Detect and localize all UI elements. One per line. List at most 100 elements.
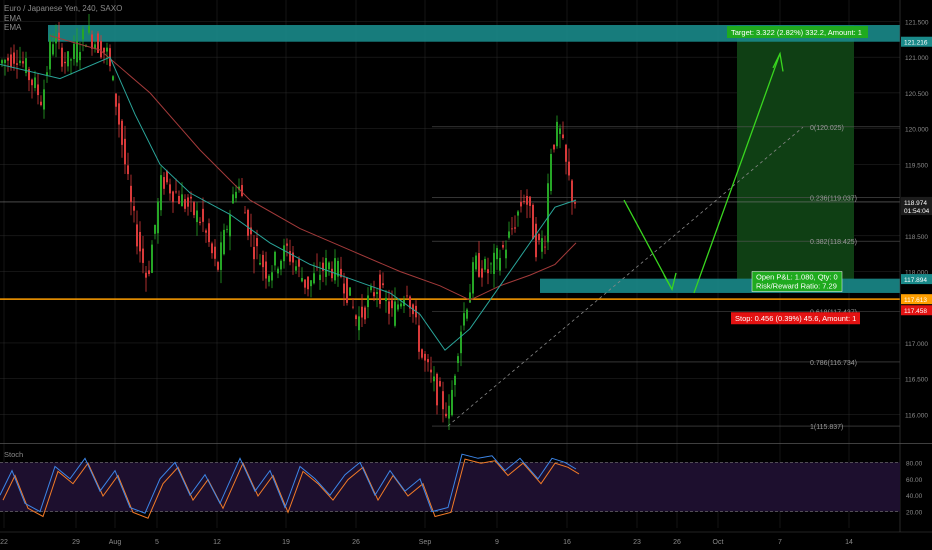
candle-body (427, 359, 429, 363)
candle-body (241, 185, 243, 197)
symbol-title: Euro / Japanese Yen, 240, SAXO (4, 4, 123, 13)
candle-body (472, 262, 474, 294)
price-badge-label: 01:54:04 (904, 208, 930, 215)
fib-label: 0(120.025) (810, 125, 844, 132)
candle-body (148, 270, 150, 274)
stop-label: Stop: 0.456 (0.39%) 45.6, Amount: 1 (735, 314, 856, 323)
candle-body (43, 89, 45, 110)
price-tick-label: 120.000 (905, 127, 929, 134)
candle-body (490, 263, 492, 265)
ema-fast-line (0, 56, 577, 351)
candle-body (268, 275, 270, 282)
price-tick-label: 120.500 (905, 91, 929, 98)
candle-body (541, 238, 543, 252)
candle-body (433, 376, 435, 382)
candle-body (532, 204, 534, 240)
candle-body (535, 223, 537, 258)
risk-reward-label: Risk/Reward Ratio: 7.29 (756, 282, 837, 291)
candle-body (328, 262, 330, 270)
candle-body (526, 195, 528, 205)
candle-body (169, 184, 171, 194)
candle-body (19, 60, 21, 64)
price-tick-label: 116.000 (905, 412, 928, 419)
candle-body (22, 61, 24, 64)
candle-body (424, 353, 426, 361)
candle-body (136, 224, 138, 247)
candle-body (157, 201, 159, 234)
candle-body (142, 248, 144, 263)
candle-body (151, 244, 153, 273)
candle-body (358, 316, 360, 331)
stoch-band (0, 462, 900, 512)
candle-body (517, 211, 519, 216)
candle-body (451, 389, 453, 416)
candle-body (298, 259, 300, 267)
candle-body (352, 306, 354, 308)
candle-body (307, 276, 309, 290)
candle-body (520, 201, 522, 207)
candle-body (331, 268, 333, 279)
candle-body (382, 283, 384, 286)
fib-label: 0.382(118.425) (810, 239, 857, 246)
candle-body (115, 93, 117, 107)
candle-body (133, 206, 135, 211)
candle-body (91, 34, 93, 49)
time-tick-label: 14 (845, 539, 853, 546)
candle-body (139, 231, 141, 252)
candle-body (334, 258, 336, 281)
price-tick-label: 119.500 (905, 162, 928, 169)
time-tick-label: 19 (282, 539, 290, 546)
candle-body (181, 194, 183, 207)
candle-body (364, 307, 366, 320)
candle-body (502, 244, 504, 248)
candle-body (391, 300, 393, 309)
support-zone (540, 278, 900, 293)
candle-body (244, 212, 246, 214)
candle-body (289, 250, 291, 262)
candle-body (538, 234, 540, 241)
candle-body (385, 297, 387, 302)
candle-body (7, 57, 9, 61)
price-chart[interactable]: 0(120.025) 0.236(119.037) 0.382(118.425) 0.… (0, 0, 932, 550)
candle-body (574, 202, 576, 204)
candle-body (124, 138, 126, 165)
candle-body (175, 191, 177, 193)
candle-body (421, 349, 423, 358)
candle-body (130, 185, 132, 203)
time-tick-label: 23 (633, 539, 641, 546)
candle-body (439, 381, 441, 387)
candle-body (349, 287, 351, 296)
candle-body (166, 170, 168, 183)
candle-body (388, 301, 390, 314)
candle-body (112, 76, 114, 81)
candle-body (319, 274, 321, 281)
candle-body (493, 252, 495, 274)
candle-body (400, 303, 402, 307)
candle-body (361, 306, 363, 318)
price-tick-label: 121.500 (905, 19, 929, 26)
open-pnl-label: Open P&L: 1.080, Qty: 0 (756, 273, 838, 282)
candle-body (292, 252, 294, 263)
price-badge-label: 117.613 (904, 297, 927, 304)
candle-body (436, 373, 438, 406)
candle-body (481, 268, 483, 278)
candle-body (343, 283, 345, 294)
candle-body (226, 228, 228, 230)
candle-body (73, 43, 75, 59)
time-tick-label: 22 (0, 539, 8, 546)
candle-body (211, 243, 213, 254)
candle-body (127, 165, 129, 175)
candle-body (559, 128, 561, 134)
candle-body (373, 292, 375, 297)
candle-body (223, 229, 225, 255)
candle-body (556, 121, 558, 147)
candle-body (10, 54, 12, 68)
price-badge-label: 117.894 (904, 277, 927, 284)
candle-body (271, 272, 273, 281)
candle-body (34, 77, 36, 88)
candle-body (70, 59, 72, 61)
candle-body (568, 161, 570, 176)
candle-body (94, 44, 96, 49)
price-badge-label: 121.216 (904, 40, 928, 47)
candle-body (562, 134, 564, 139)
